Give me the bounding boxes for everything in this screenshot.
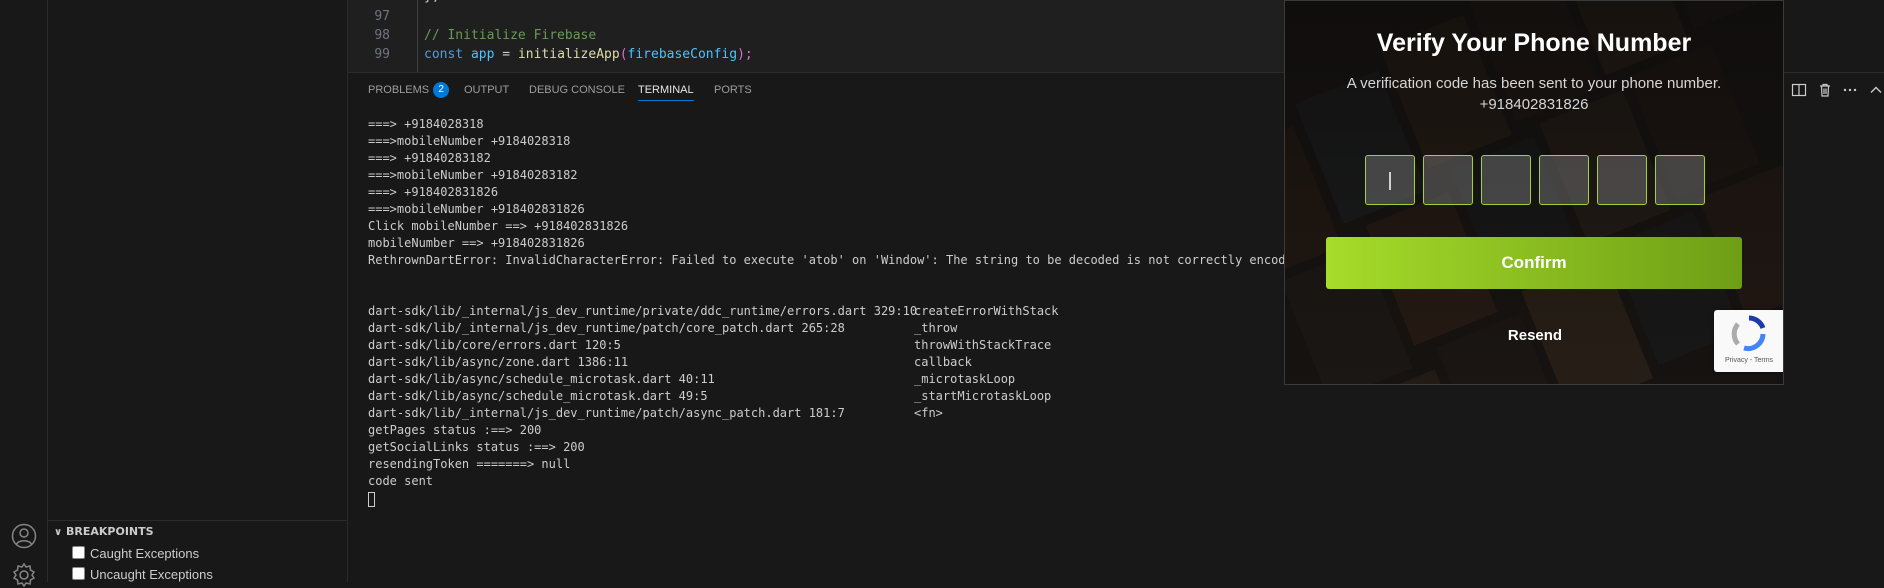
terminal-cursor (368, 492, 375, 507)
breakpoints-title: BREAKPOINTS (66, 525, 154, 538)
caught-exceptions-checkbox[interactable] (72, 546, 85, 559)
stack-frame-function: <fn> (914, 406, 943, 420)
terminal-line: ===> +91840283182 (368, 151, 491, 165)
modal-title: Verify Your Phone Number (1376, 29, 1692, 57)
activity-bar (0, 0, 48, 588)
tab-problems[interactable]: PROBLEMS 2 (368, 73, 450, 107)
recaptcha-icon (1731, 315, 1766, 352)
code-line: 98// Initialize Firebase (374, 28, 597, 43)
terminal-line: code sent (368, 474, 434, 488)
uncaught-exceptions-checkbox[interactable] (72, 567, 85, 580)
stack-frame-path: dart-sdk/lib/_internal/js_dev_runtime/pr… (368, 304, 918, 318)
otp-digit-input[interactable] (1481, 155, 1531, 205)
stack-frame-function: _throw (914, 321, 958, 335)
code-line: 97 (374, 9, 390, 24)
terminal-line: ===> +9184028318 (368, 117, 484, 131)
modal-subtitle: A verification code has been sent to you… (1346, 75, 1722, 92)
breakpoint-uncaught-exceptions[interactable]: Uncaught Exceptions (72, 565, 213, 585)
terminal-line: ===>mobileNumber +918402831826 (368, 202, 585, 216)
stack-frame-path: dart-sdk/lib/_internal/js_dev_runtime/pa… (368, 321, 845, 335)
stack-frame-path: dart-sdk/lib/core/errors.dart 120:5 (368, 338, 621, 352)
account-icon[interactable] (11, 523, 37, 549)
tab-output[interactable]: OUTPUT (464, 73, 509, 107)
stack-frame-path: dart-sdk/lib/async/schedule_microtask.da… (368, 389, 708, 403)
terminal-line: getPages status :==> 200 (368, 423, 542, 437)
resend-button[interactable]: Resend (1285, 327, 1783, 344)
problems-count-badge: 2 (433, 82, 450, 98)
tab-ports[interactable]: PORTS (714, 73, 752, 107)
stack-frame-path: dart-sdk/lib/async/zone.dart 1386:11 (368, 355, 629, 369)
terminal-line: getSocialLinks status :==> 200 (368, 440, 585, 454)
otp-digit-input[interactable] (1655, 155, 1705, 205)
otp-digit-input[interactable] (1423, 155, 1473, 205)
stack-frame-function: _startMicrotaskLoop (914, 389, 1052, 403)
split-terminal-icon[interactable] (1791, 81, 1807, 99)
chevron-up-icon[interactable] (1868, 81, 1884, 99)
terminal-line: Click mobileNumber ==> +918402831826 (368, 219, 629, 233)
more-icon[interactable] (1842, 81, 1858, 99)
breakpoint-label: Uncaught Exceptions (90, 567, 213, 582)
terminal-line: ===>mobileNumber +91840283182 (368, 168, 578, 182)
stack-frame-path: dart-sdk/lib/_internal/js_dev_runtime/pa… (368, 406, 845, 420)
otp-digit-input[interactable] (1539, 155, 1589, 205)
stack-frame-function: createErrorWithStack (914, 304, 1059, 318)
chevron-down-icon: ∨ (54, 527, 63, 538)
verify-phone-modal: Verify Your Phone Number A verification … (1284, 0, 1784, 385)
stack-frame-function: throwWithStackTrace (914, 338, 1052, 352)
code-line: 99 const app = initializeApp(firebaseConf… (374, 47, 753, 62)
recaptcha-badge[interactable]: Privacy - Terms (1714, 310, 1783, 372)
tab-debug-console[interactable]: DEBUG CONSOLE (529, 73, 625, 107)
breakpoints-section-header[interactable]: ∨ BREAKPOINTS (48, 520, 347, 543)
otp-digit-input[interactable] (1365, 155, 1415, 205)
trash-icon[interactable] (1817, 81, 1833, 99)
stack-frame-function: callback (914, 355, 972, 369)
confirm-button[interactable]: Confirm (1326, 237, 1742, 289)
settings-gear-icon[interactable] (11, 562, 37, 588)
terminal-error-line: RethrownDartError: InvalidCharacterError… (368, 253, 1308, 267)
code-editor[interactable]: 96}; 97 98// Initialize Firebase 99const… (348, 0, 1284, 72)
otp-digit-input[interactable] (1597, 155, 1647, 205)
phone-number-text: +918402831826 (1479, 96, 1589, 113)
stack-frame-path: dart-sdk/lib/async/schedule_microtask.da… (368, 372, 715, 386)
code-line: 96}; (348, 0, 439, 6)
terminal-line: mobileNumber ==> +918402831826 (368, 236, 585, 250)
recaptcha-privacy-terms[interactable]: Privacy - Terms (1714, 357, 1783, 364)
breakpoint-label: Caught Exceptions (90, 546, 200, 561)
terminal-line: resendingToken =======> null (368, 457, 571, 471)
breakpoint-caught-exceptions[interactable]: Caught Exceptions (72, 544, 199, 564)
stack-frame-function: _microtaskLoop (914, 372, 1016, 386)
tab-terminal[interactable]: TERMINAL (638, 73, 694, 107)
sidebar: ∨ BREAKPOINTS Caught Exceptions Uncaught … (48, 0, 348, 582)
terminal-line: ===>mobileNumber +9184028318 (368, 134, 571, 148)
terminal-line: ===> +918402831826 (368, 185, 499, 199)
